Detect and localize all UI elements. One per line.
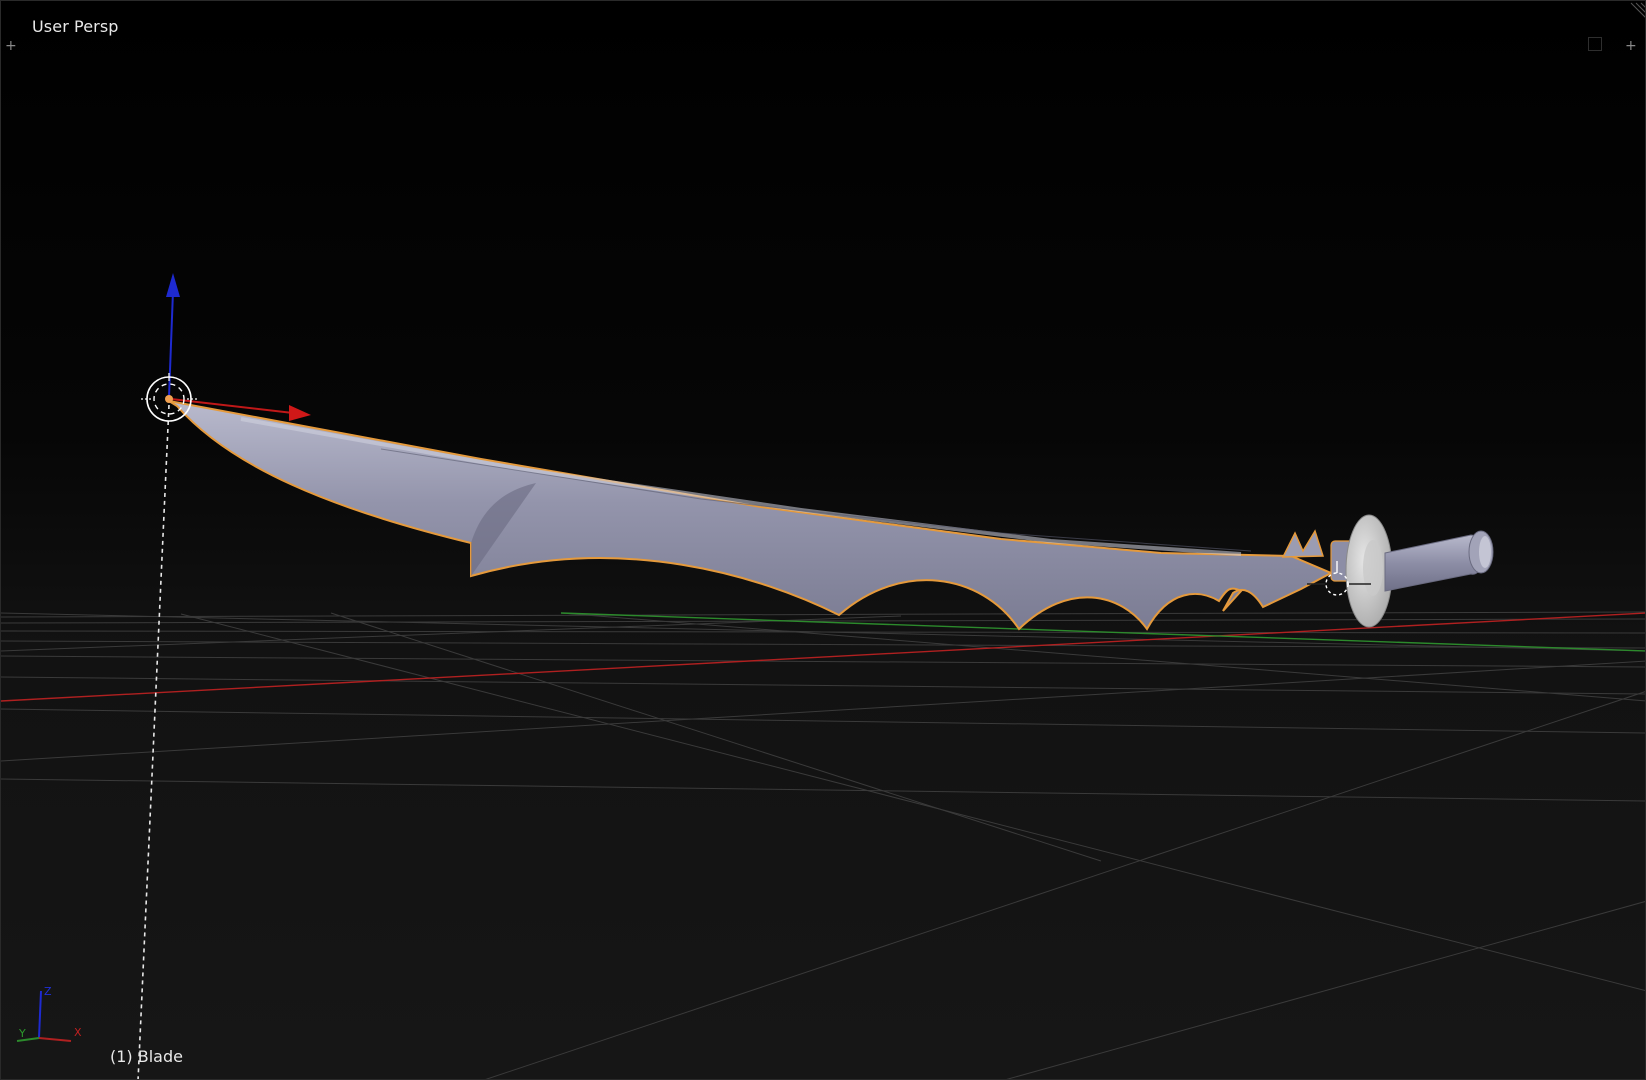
object-origin-dot (165, 395, 173, 403)
origin-vertical-dashed-line (137, 404, 170, 1079)
active-object-info: (1) Blade (110, 1047, 183, 1066)
view-name-label: User Persp (32, 17, 119, 36)
manipulator-z-arrow[interactable] (166, 273, 180, 297)
blade-body[interactable] (168, 400, 1334, 631)
sword-hilt[interactable] (1330, 514, 1494, 628)
region-toggle-icon[interactable] (1588, 37, 1602, 51)
x-axis-line (1, 612, 1645, 702)
viewport-scene[interactable]: Z X Y (1, 1, 1646, 1080)
3d-viewport[interactable]: Z X Y User Persp (1) Blade + + (0, 0, 1646, 1080)
manipulator-z-axis[interactable] (168, 290, 174, 398)
hilt-pommel-cap (1479, 536, 1491, 568)
split-grip-icon[interactable] (1630, 2, 1646, 19)
plus-icon[interactable]: + (5, 39, 17, 53)
blade-teeth (1281, 529, 1325, 558)
plus-icon[interactable]: + (1625, 39, 1637, 53)
blade-mesh[interactable] (168, 400, 1334, 631)
floor-grid (1, 611, 1645, 1079)
hilt-grip (1384, 534, 1480, 592)
gizmo-z-label: Z (44, 985, 52, 998)
axis-orientation-gizmo: Z X Y (16, 985, 82, 1042)
gizmo-x-label: X (74, 1026, 82, 1039)
gizmo-y-label: Y (18, 1027, 26, 1040)
manipulator-x-arrow[interactable] (289, 405, 311, 421)
hilt-guard-inner (1363, 540, 1383, 596)
